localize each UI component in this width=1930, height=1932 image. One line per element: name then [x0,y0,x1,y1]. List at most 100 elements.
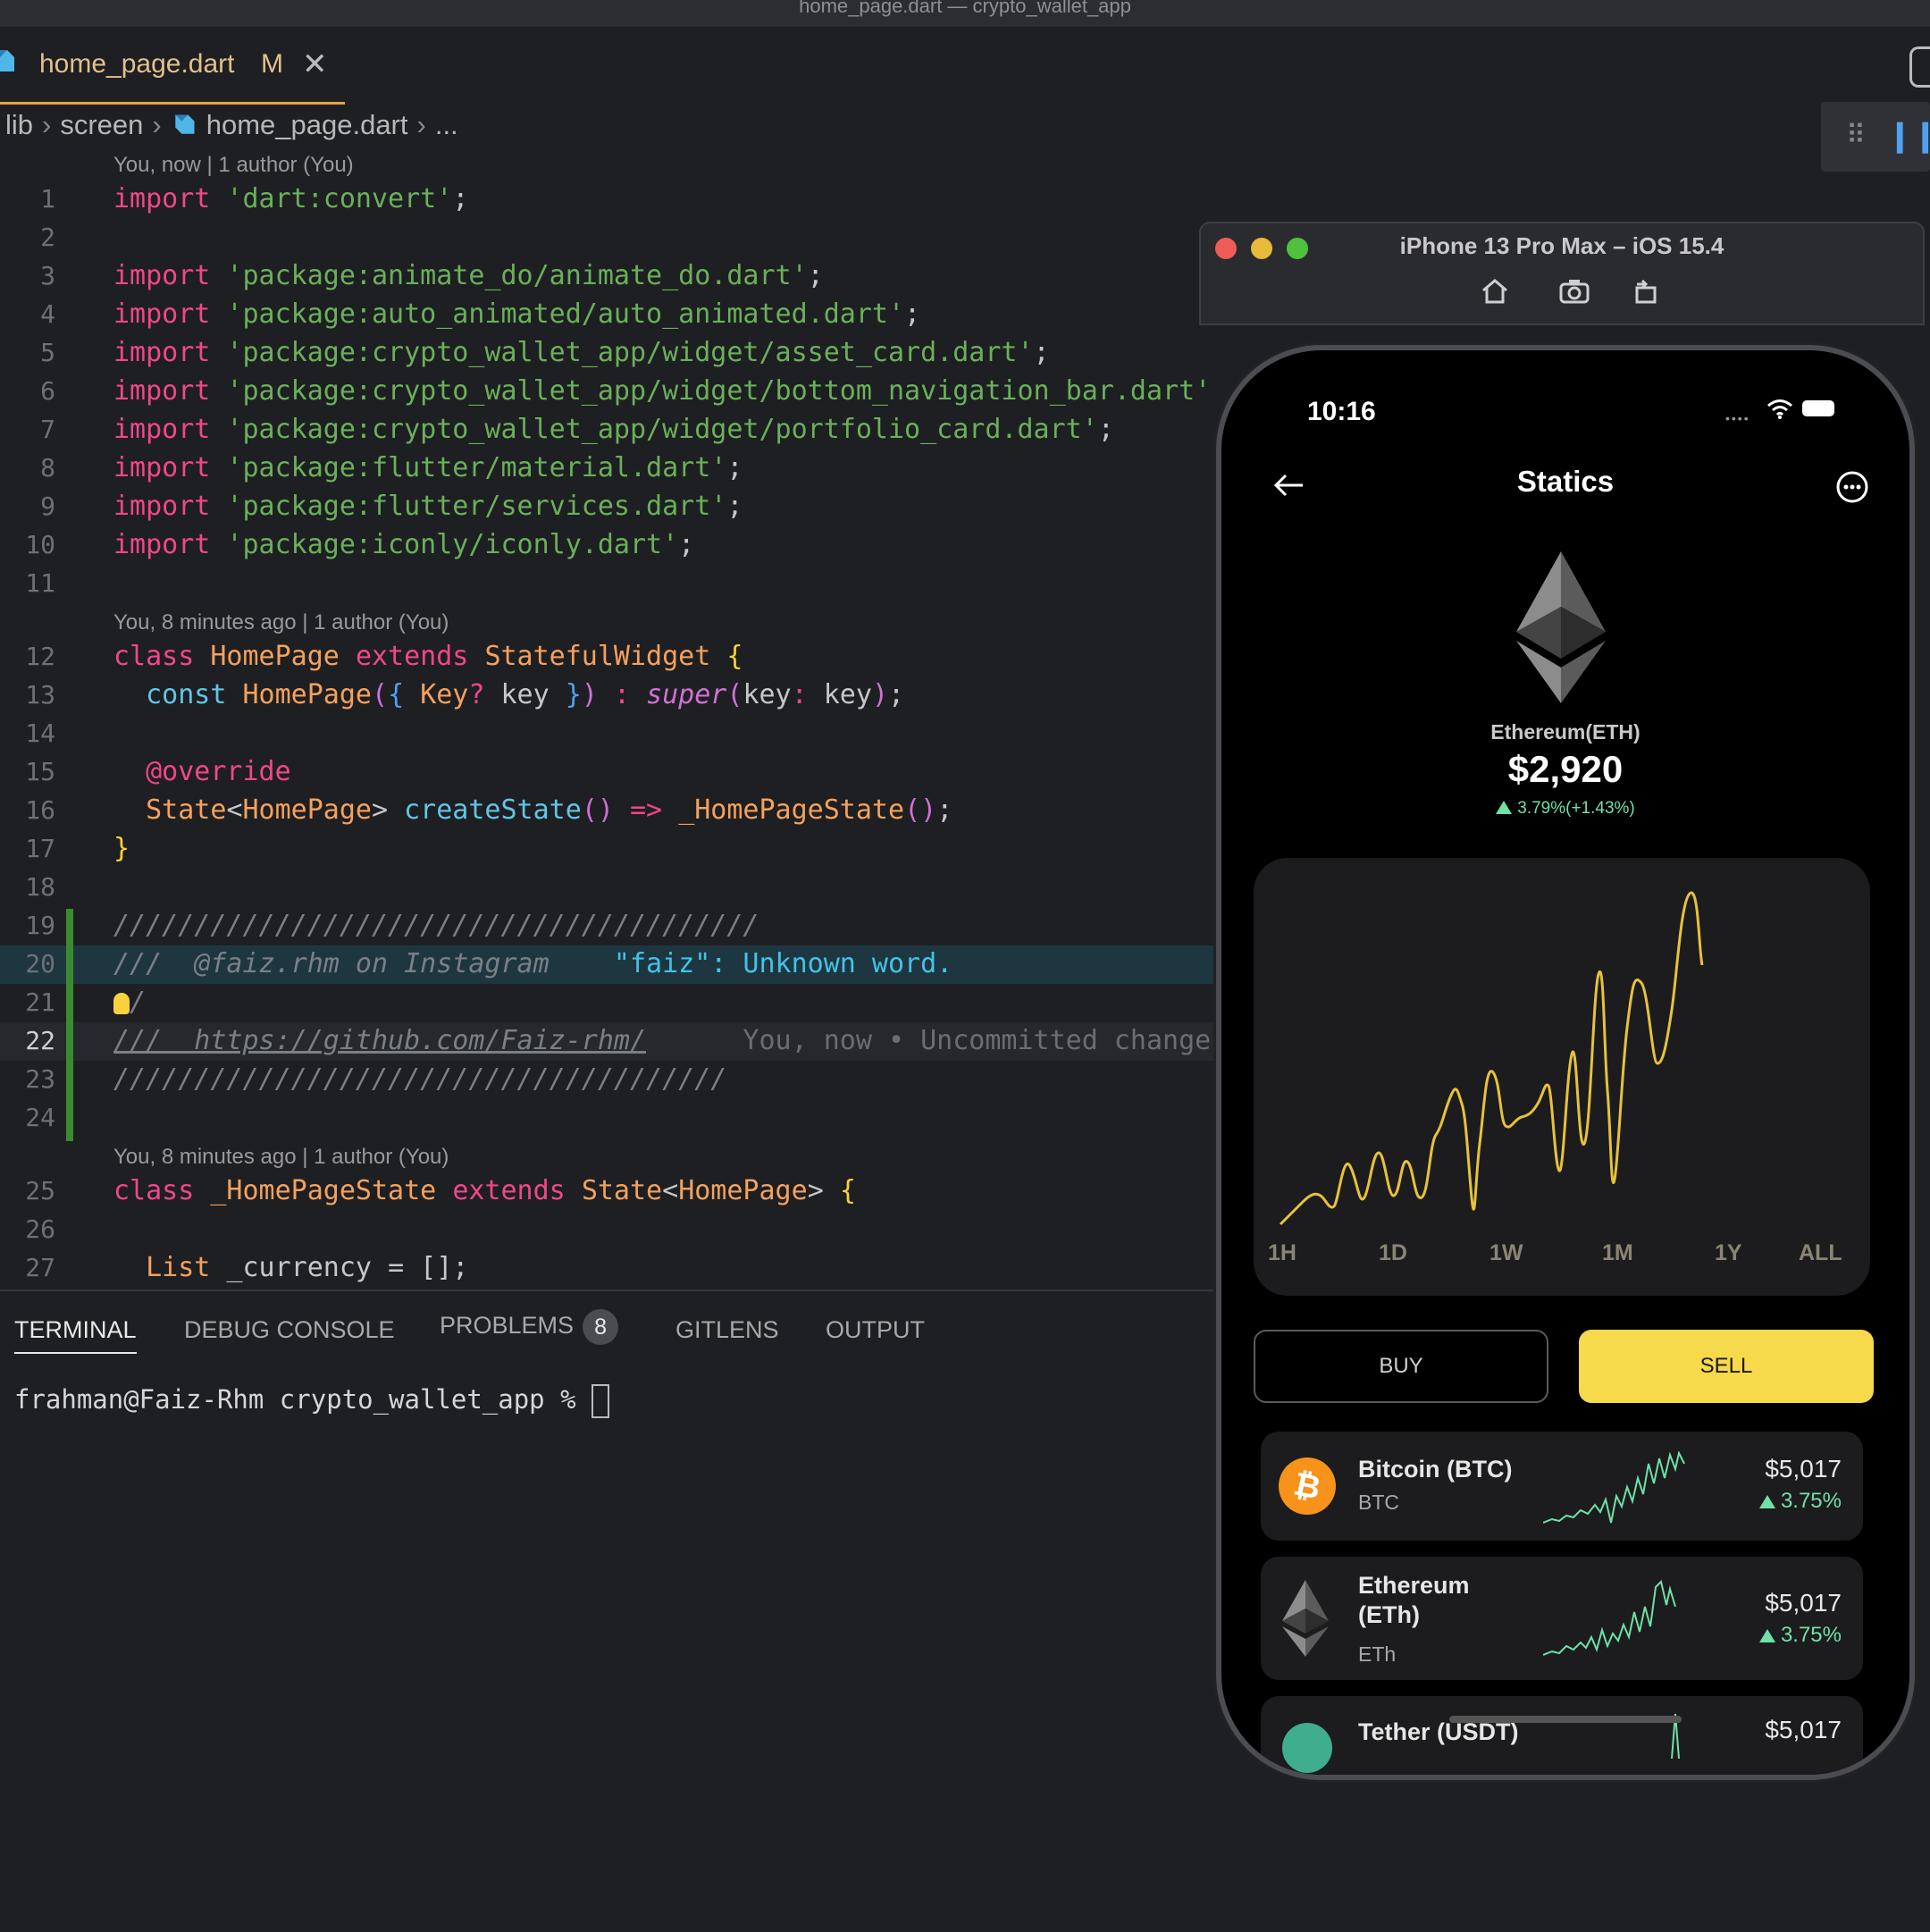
breadcrumb: lib › screen › home_page.dart ›... [5,107,458,143]
pause-icon[interactable]: ❙❙ [1887,118,1930,154]
sell-button[interactable]: SELL [1579,1330,1874,1403]
more-circle-icon[interactable] [1835,470,1869,504]
code-text: import 'package:auto_animated/auto_anima… [113,298,921,330]
code-line: 27 List _currency = []; [0,1249,1215,1288]
buy-button[interactable]: BUY [1254,1330,1548,1403]
tab-label: home_page.dart [39,49,235,79]
price-chart-card[interactable]: 1H 1D 1W 1M 1Y ALL [1254,858,1870,1296]
tab-output[interactable]: OUTPUT [826,1316,925,1344]
code-text: const HomePage({ Key? key }) : super(key… [146,679,905,710]
trend-up-icon [1496,801,1513,814]
code-text: class HomePage extends StatefulWidget { [113,641,743,672]
dart-file-icon [0,50,14,71]
code-text: @override [146,756,291,787]
drag-handle-icon[interactable]: ⠿ [1846,120,1866,151]
simulator-window: iPhone 13 Pro Max – iOS 15.4 [1199,222,1925,325]
code-line: 11 [0,565,1215,603]
line-number: 3 [40,261,55,290]
code-line: 23 ////////////////////////////////////// [0,1061,1215,1099]
screenshot-icon[interactable] [1558,277,1590,306]
ethereum-logo-icon [1516,551,1606,703]
asset-card-bitcoin[interactable]: ₿ Bitcoin (BTC) BTC $5,017 3.75% [1261,1432,1863,1541]
breadcrumb-item[interactable]: home_page.dart [206,109,408,140]
asset-price: $5,017 [1765,1589,1842,1617]
tab-terminal[interactable]: TERMINAL [14,1316,137,1354]
tab-debug-console[interactable]: DEBUG CONSOLE [184,1316,395,1344]
codelens-blame[interactable]: You, 8 minutes ago | 1 author (You) [113,610,449,635]
codelens-blame[interactable]: You, 8 minutes ago | 1 author (You) [113,1145,449,1170]
line-number: 13 [25,680,55,710]
asset-price: $5,017 [1765,1716,1842,1743]
code-text: class _HomePageState extends State<HomeP… [113,1175,856,1206]
code-text: /// @faiz.rhm on Instagram "faiz": Unkno… [113,948,953,979]
modified-indicator: M [261,49,283,79]
line-number: 10 [25,530,55,559]
trend-up-icon [1758,1629,1775,1642]
line-number: 18 [25,872,55,902]
line-number: 6 [40,376,55,406]
tab-home-page-dart[interactable]: home_page.dart M ✕ [0,27,345,105]
line-number: 1 [40,184,55,214]
line-number: 5 [40,338,55,367]
code-text: import 'package:crypto_wallet_app/widget… [113,337,1050,368]
spelling-diagnostic: "faiz": Unknown word. [613,948,953,979]
ethereum-icon [1282,1580,1329,1657]
period-1d[interactable]: 1D [1379,1240,1407,1266]
breadcrumb-item[interactable]: ... [435,109,458,140]
terminal-output[interactable]: frahman@Faiz-Rhm crypto_wallet_app % [14,1384,610,1418]
code-line: 2 [0,219,1215,257]
code-line: 10 import 'package:iconly/iconly.dart'; [0,526,1215,565]
line-number: 26 [25,1214,55,1244]
code-line: 13 const HomePage({ Key? key }) : super(… [0,676,1215,715]
period-1y[interactable]: 1Y [1715,1240,1742,1266]
asset-change-value: 3.75% [1780,1623,1842,1647]
iphone-simulator-screen[interactable]: 10:16 •••• Statics Ethereum(ETH) $2,920 … [1216,345,1915,1780]
code-text: import 'package:crypto_wallet_app/widget… [113,375,1215,407]
period-1w[interactable]: 1W [1489,1240,1523,1266]
breadcrumb-item[interactable]: screen [60,109,143,140]
dart-file-icon [175,114,195,134]
screen-title: Statics [1516,465,1615,498]
codelens-blame[interactable]: You, now | 1 author (You) [113,153,354,178]
period-all[interactable]: ALL [1799,1240,1842,1266]
tab-gitlens[interactable]: GITLENS [676,1316,779,1344]
period-1m[interactable]: 1M [1602,1240,1633,1266]
line-number: 20 [25,949,55,979]
period-1h[interactable]: 1H [1268,1240,1296,1266]
home-indicator[interactable] [1449,1716,1682,1723]
asset-sparkline [1543,1580,1676,1656]
code-line: 17} [0,830,1215,869]
line-number: 7 [40,415,55,444]
close-tab-icon[interactable]: ✕ [302,46,328,82]
asset-card-tether[interactable]: Tether (USDT) $5,017 [1261,1696,1863,1775]
coin-name: Ethereum(ETH) [1490,720,1640,743]
code-line: 4 import 'package:auto_animated/auto_anim… [0,296,1215,334]
asset-name: Ethereum (ETh) [1358,1572,1470,1628]
code-line: 25 class _HomePageState extends State<Hom… [0,1172,1215,1211]
line-number: 12 [25,642,55,671]
asset-card-ethereum[interactable]: Ethereum (ETh) ETh $5,017 3.75% [1261,1557,1863,1680]
tab-problems[interactable]: PROBLEMS 8 [440,1309,619,1345]
home-icon[interactable] [1480,277,1510,306]
battery-icon [1802,400,1834,416]
line-number: 9 [40,491,55,521]
price-line-chart [1279,891,1704,1226]
code-text: import 'dart:convert'; [113,183,469,214]
line-number: 14 [25,718,55,748]
code-text: /// https://github.com/Faiz-rhm/ You, no… [113,1025,1215,1056]
lightbulb-icon[interactable] [113,992,130,1014]
code-text: ////////////////////////////////////// [113,1063,727,1095]
rotate-icon[interactable] [1632,277,1660,306]
code-line: 16 State<HomePage> createState() => _Hom… [0,792,1215,830]
code-editor[interactable]: You, now | 1 author (You) 1 import 'dart:… [0,147,1215,1291]
line-number: 23 [25,1064,55,1094]
line-number: 27 [25,1253,55,1282]
code-line: 9 import 'package:flutter/services.dart'; [0,488,1215,526]
asset-name: Bitcoin (BTC) [1358,1456,1513,1483]
breadcrumb-item[interactable]: lib [5,109,33,140]
split-editor-icon[interactable] [1909,46,1930,88]
status-time: 10:16 [1307,397,1376,426]
bitcoin-icon: ₿ [1279,1457,1336,1515]
asset-change: 3.75% [1758,1623,1842,1648]
code-text: } [113,833,130,864]
